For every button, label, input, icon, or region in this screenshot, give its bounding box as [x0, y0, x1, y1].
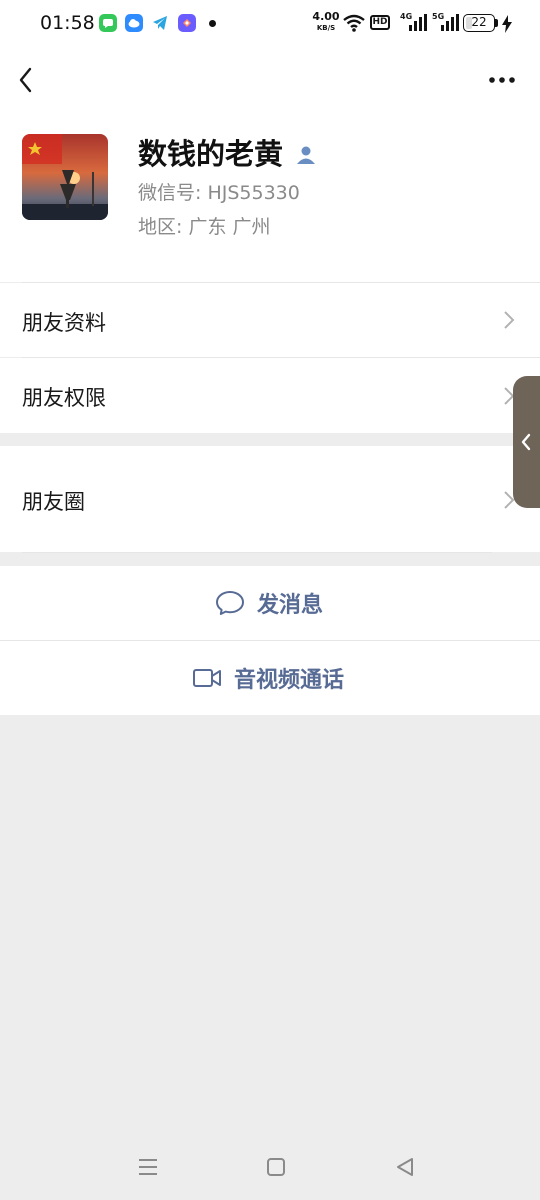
- recent-apps-button[interactable]: [135, 1154, 161, 1180]
- av-call-label: 音视频通话: [234, 668, 345, 693]
- menu-lines-icon: [139, 1159, 157, 1175]
- charging-icon: [501, 14, 513, 38]
- divider: [22, 552, 492, 553]
- hd-badge: HD: [370, 15, 390, 30]
- battery-tip: [495, 19, 498, 27]
- row-friend-info[interactable]: 朋友资料: [0, 283, 540, 357]
- row-friend-info-label: 朋友资料: [22, 311, 106, 335]
- av-call-button[interactable]: 音视频通话: [0, 641, 540, 715]
- back-button[interactable]: [10, 62, 46, 98]
- profile-card: 数钱的老黄 微信号: HJS55330 地区: 广东 广州: [0, 112, 540, 282]
- row-moments[interactable]: 朋友圈: [0, 446, 540, 552]
- network-speed: 4.00 KB/S: [311, 10, 341, 33]
- battery-percent: 22: [471, 15, 487, 29]
- battery-icon: 22: [463, 14, 495, 32]
- back-nav-button[interactable]: [392, 1154, 418, 1180]
- chevron-right-icon: [502, 309, 516, 331]
- row-friend-permissions-label: 朋友权限: [22, 386, 106, 410]
- chevron-left-small-icon: [521, 433, 531, 451]
- top-nav: [0, 48, 540, 112]
- row-moments-label: 朋友圈: [22, 490, 85, 514]
- side-panel-handle[interactable]: [513, 376, 540, 508]
- region: 地区: 广东 广州: [138, 216, 271, 238]
- more-button[interactable]: [480, 62, 524, 98]
- chat-bubble-icon: [216, 591, 244, 615]
- network-speed-value: 4.00: [312, 10, 340, 23]
- wifi-icon: [342, 13, 366, 37]
- wechat-id: 微信号: HJS55330: [138, 182, 300, 204]
- home-button[interactable]: [263, 1154, 289, 1180]
- send-message-button[interactable]: 发消息: [0, 566, 540, 640]
- square-home-icon: [267, 1158, 285, 1176]
- sim2-network-type: 5G: [432, 12, 445, 21]
- sim1-network-type: 4G: [400, 12, 413, 21]
- status-bar: 01:58 4.00 KB/S HD 4G 5G 22: [0, 0, 540, 48]
- telegram-icon: [151, 14, 169, 32]
- notification-dot: [209, 20, 216, 27]
- triangle-back-icon: [397, 1158, 413, 1176]
- messages-icon: [99, 14, 117, 32]
- status-time: 01:58: [40, 12, 95, 34]
- send-message-label: 发消息: [257, 593, 324, 618]
- cloud-icon: [125, 14, 143, 32]
- network-speed-unit: KB/S: [316, 24, 336, 32]
- shortcut-app-icon: [178, 14, 196, 32]
- row-friend-permissions[interactable]: 朋友权限: [0, 358, 540, 433]
- more-dots-icon: [489, 77, 515, 83]
- chevron-left-icon: [19, 67, 32, 93]
- contact-person-icon: [295, 144, 317, 166]
- avatar[interactable]: [22, 134, 108, 220]
- video-camera-icon: [193, 669, 221, 687]
- profile-name: 数钱的老黄: [138, 137, 284, 171]
